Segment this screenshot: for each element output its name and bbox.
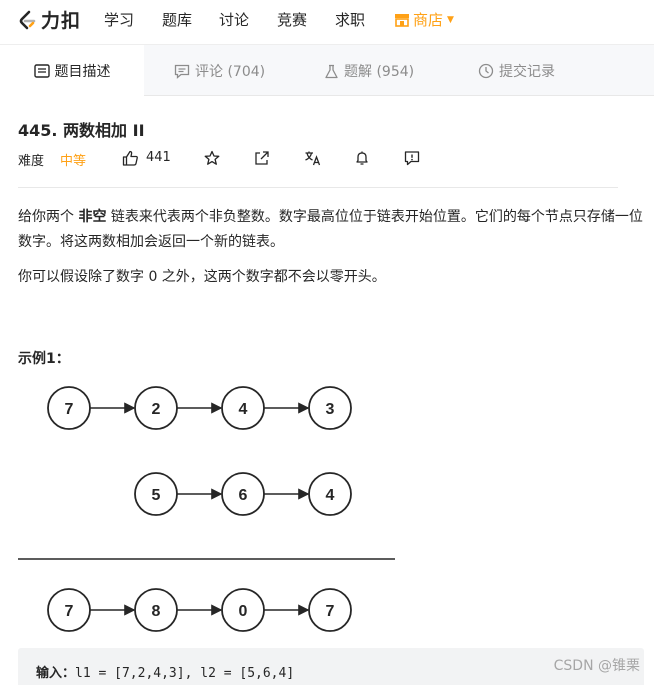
- share-icon[interactable]: [254, 150, 270, 166]
- tab-submissions[interactable]: 提交记录: [478, 45, 555, 97]
- store-icon: [395, 13, 409, 27]
- nav-jobs[interactable]: 求职: [335, 9, 365, 30]
- tab-solutions[interactable]: 题解 (954): [324, 45, 414, 97]
- tab-comments[interactable]: 评论 (704): [174, 45, 265, 97]
- logo[interactable]: 力扣: [16, 6, 81, 33]
- list-l1: 7 2 4 3: [47, 386, 352, 430]
- tab-comments-label: 评论 (704): [195, 64, 266, 80]
- nav-contest[interactable]: 竞赛: [277, 9, 307, 30]
- result-node-value: 8: [152, 603, 161, 620]
- linked-list-diagram: 7 2 4 3 5 6 4 7 8 0 7: [18, 386, 395, 632]
- list-l2: 5 6 4: [134, 472, 352, 516]
- l2-node-value: 5: [152, 487, 161, 504]
- nav-discuss[interactable]: 讨论: [219, 9, 249, 30]
- tab-description[interactable]: 题目描述: [0, 45, 144, 97]
- bell-icon[interactable]: [355, 150, 369, 166]
- list-result: 7 8 0 7: [47, 588, 352, 632]
- tab-submissions-label: 提交记录: [499, 64, 555, 80]
- comment-icon: [174, 64, 190, 79]
- l2-node-value: 4: [326, 487, 335, 504]
- logo-text: 力扣: [41, 10, 82, 32]
- clock-icon: [478, 63, 494, 79]
- feedback-icon[interactable]: [404, 150, 420, 166]
- nav-store-label: 商店: [413, 11, 444, 29]
- problem-meta: 难度 中等 441: [18, 150, 638, 169]
- input-value: l1 = [7,2,4,3], l2 = [5,6,4]: [75, 666, 295, 681]
- example-title: 示例1：: [18, 351, 70, 367]
- l1-node-value: 2: [152, 401, 161, 418]
- l1-node-value: 7: [65, 401, 74, 418]
- example-input-box: 输入：l1 = [7,2,4,3], l2 = [5,6,4]: [18, 648, 644, 685]
- nav-learn[interactable]: 学习: [104, 9, 134, 30]
- top-nav: 力扣 学习 题库 讨论 竞赛 求职 商店 ▼: [0, 0, 654, 38]
- result-node-value: 7: [65, 603, 74, 620]
- flask-icon: [325, 64, 338, 78]
- description-paragraph-2: 你可以假设除了数字 0 之外，这两个数字都不会以零开头。: [18, 269, 386, 285]
- chevron-down-icon: ▼: [447, 14, 454, 25]
- watermark: CSDN @锥栗: [553, 658, 640, 674]
- description-paragraph-1: 给你两个 非空 链表来代表两个非负整数。数字最高位位于链表开始位置。它们的每个节…: [18, 209, 643, 250]
- l1-node-value: 4: [239, 401, 248, 418]
- leetcode-logo-icon: [19, 10, 36, 29]
- result-node-value: 7: [326, 603, 335, 620]
- nav-store[interactable]: 商店 ▼: [394, 9, 454, 30]
- input-label: 输入：: [36, 666, 76, 681]
- thumbs-up-icon[interactable]: [122, 150, 139, 166]
- translate-icon[interactable]: [304, 150, 322, 166]
- result-node-value: 0: [239, 603, 248, 620]
- description-icon: [33, 64, 50, 78]
- l2-node-value: 6: [239, 487, 248, 504]
- like-count: 441: [146, 150, 171, 165]
- tab-solutions-label: 题解 (954): [344, 64, 415, 80]
- problem-title: 445. 两数相加 II: [18, 121, 145, 140]
- tab-description-label: 题目描述: [54, 64, 111, 80]
- difficulty-label: 难度: [18, 154, 45, 169]
- problem-description: 给你两个 非空 链表来代表两个非负整数。数字最高位位于链表开始位置。它们的每个节…: [18, 205, 644, 300]
- divider: [18, 187, 618, 188]
- nav-problems[interactable]: 题库: [162, 9, 192, 30]
- l1-node-value: 3: [326, 401, 335, 418]
- tab-bar: 题目描述 评论 (704) 题解 (954) 提交记录: [0, 44, 654, 97]
- star-icon[interactable]: [204, 150, 220, 166]
- difficulty-badge: 中等: [60, 154, 87, 169]
